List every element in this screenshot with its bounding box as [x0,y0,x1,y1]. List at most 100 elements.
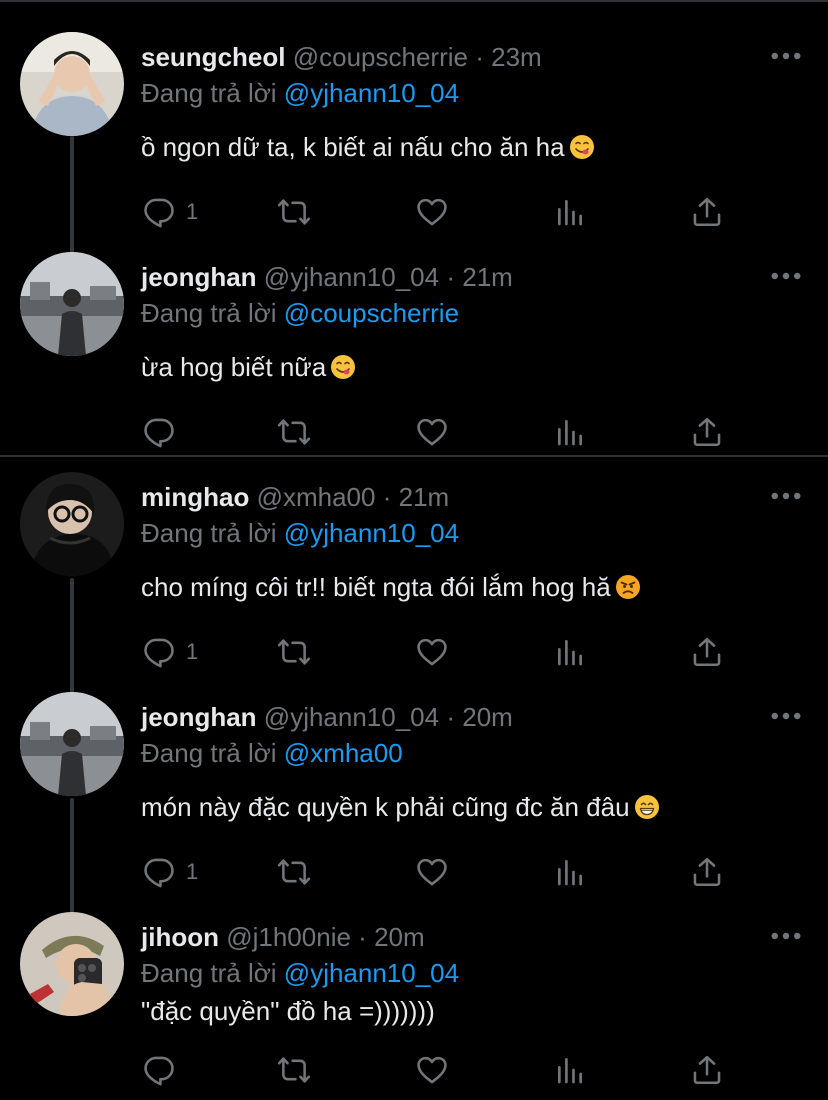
retweet-button[interactable] [275,632,313,672]
views-button[interactable] [554,1050,586,1090]
user-handle[interactable]: @coupscherrie [293,42,468,72]
more-icon[interactable] [766,46,806,66]
retweet-button[interactable] [275,1050,313,1090]
tweet-actions: 1 [0,632,828,672]
share-icon [690,195,724,229]
timestamp[interactable]: 20m [374,922,425,952]
mention-link[interactable]: @xmha00 [284,738,403,768]
reply-button[interactable]: 1 [142,632,198,672]
retweet-button[interactable] [275,412,313,452]
views-button[interactable] [554,412,586,452]
avatar[interactable] [20,472,124,576]
replying-to: Đang trả lời @yjhann10_04 [141,518,459,548]
like-icon [415,635,449,669]
like-button[interactable] [415,632,449,672]
tweet-text-content: món này đặc quyền k phải cũng đc ăn đâu [141,792,630,822]
views-button[interactable] [554,192,586,232]
like-icon [415,855,449,889]
yum-emoji [569,134,595,160]
share-button[interactable] [690,412,724,452]
user-handle[interactable]: @yjhann10_04 [264,702,439,732]
mention-link[interactable]: @yjhann10_04 [284,518,459,548]
reply-button[interactable] [142,1050,186,1090]
mention-link[interactable]: @coupscherrie [284,298,459,328]
reply-count: 1 [186,859,199,884]
mention-link[interactable]: @yjhann10_04 [284,78,459,108]
timestamp[interactable]: 21m [399,482,450,512]
replying-to: Đang trả lời @yjhann10_04 [141,958,459,988]
more-icon[interactable] [766,706,806,726]
reply-button[interactable] [142,412,186,452]
views-button[interactable] [554,852,586,892]
avatar[interactable] [20,252,124,356]
separator-dot: · [446,262,456,292]
more-icon[interactable] [766,926,806,946]
like-button[interactable] [415,852,449,892]
replying-to: Đang trả lời @coupscherrie [141,298,459,328]
angry-emoji [615,574,641,600]
share-icon [690,855,724,889]
retweet-button[interactable] [275,852,313,892]
replying-to-label: Đang trả lời [141,298,277,328]
tweet-text: cho míng côi tr!! biết ngta đói lắm hog … [141,572,641,602]
views-icon [554,636,586,668]
like-button[interactable] [415,192,449,232]
tweet-header: minghao @xmha00 · 21m [141,482,449,512]
timestamp[interactable]: 23m [491,42,542,72]
share-icon [690,415,724,449]
user-handle[interactable]: @j1h00nie [226,922,351,952]
like-icon [415,1053,449,1087]
timestamp[interactable]: 20m [462,702,513,732]
reply-count: 1 [186,639,199,664]
retweet-icon [275,415,313,449]
thread-divider [0,455,828,457]
display-name[interactable]: jeonghan [141,702,257,732]
retweet-icon [275,195,313,229]
yum-emoji [330,354,356,380]
separator-dot: · [475,42,484,72]
retweet-button[interactable] [275,192,313,232]
reply-icon [142,855,176,889]
display-name[interactable]: jihoon [141,922,219,952]
tweet-actions [0,412,828,452]
share-button[interactable] [690,632,724,672]
replying-to-label: Đang trả lời [141,78,277,108]
top-divider [0,0,828,2]
views-icon [554,196,586,228]
share-button[interactable] [690,852,724,892]
share-button[interactable] [690,1050,724,1090]
replying-to-label: Đang trả lời [141,738,277,768]
grin-emoji [634,794,660,820]
avatar[interactable] [20,692,124,796]
replying-to: Đang trả lời @yjhann10_04 [141,78,459,108]
share-button[interactable] [690,192,724,232]
user-handle[interactable]: @xmha00 [257,482,376,512]
reply-icon [142,195,176,229]
separator-dot: · [446,702,456,732]
display-name[interactable]: jeonghan [141,262,257,292]
views-icon [554,416,586,448]
reply-icon [142,1053,176,1087]
reply-button[interactable]: 1 [142,852,198,892]
tweet-header: seungcheol @coupscherrie · 23m [141,42,542,72]
reply-button[interactable]: 1 [142,192,198,232]
avatar[interactable] [20,32,124,136]
avatar[interactable] [20,912,124,1016]
tweet-actions: 1 [0,852,828,892]
reply-icon [142,415,176,449]
mention-link[interactable]: @yjhann10_04 [284,958,459,988]
tweet-text: món này đặc quyền k phải cũng đc ăn đâu [141,792,660,822]
like-button[interactable] [415,412,449,452]
display-name[interactable]: seungcheol [141,42,285,72]
tweet-header: jeonghan @yjhann10_04 · 20m [141,702,513,732]
user-handle[interactable]: @yjhann10_04 [264,262,439,292]
tweet-text-content: ừa hog biết nữa [141,352,327,382]
more-icon[interactable] [766,266,806,286]
more-icon[interactable] [766,486,806,506]
views-button[interactable] [554,632,586,672]
like-button[interactable] [415,1050,449,1090]
tweet-header: jihoon @j1h00nie · 20m [141,922,425,952]
timestamp[interactable]: 21m [462,262,513,292]
display-name[interactable]: minghao [141,482,249,512]
share-icon [690,1053,724,1087]
